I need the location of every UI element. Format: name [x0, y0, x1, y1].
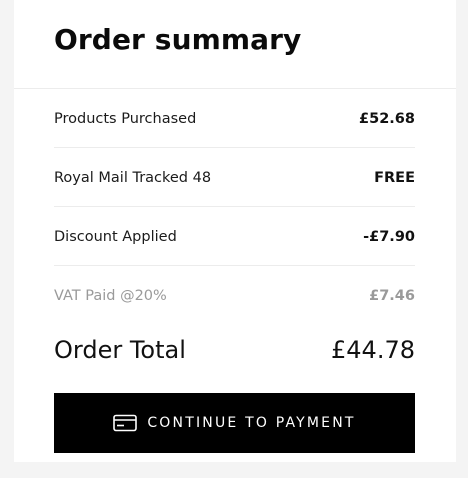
vat-row: VAT Paid @20% £7.46 — [54, 267, 415, 325]
header-divider — [14, 88, 456, 89]
order-summary-card: Order summary Products Purchased £52.68 … — [14, 0, 456, 462]
discount-row: Discount Applied -£7.90 — [54, 208, 415, 266]
order-total-label: Order Total — [54, 336, 186, 364]
discount-label: Discount Applied — [54, 229, 177, 245]
order-total-row: Order Total £44.78 — [54, 330, 415, 370]
products-purchased-label: Products Purchased — [54, 111, 197, 127]
vat-label: VAT Paid @20% — [54, 288, 167, 304]
vat-value: £7.46 — [369, 288, 415, 304]
row-divider — [54, 147, 415, 148]
shipping-value: FREE — [374, 170, 415, 186]
products-purchased-value: £52.68 — [359, 111, 415, 127]
order-total-value: £44.78 — [331, 336, 415, 364]
products-purchased-row: Products Purchased £52.68 — [54, 90, 415, 148]
continue-to-payment-button[interactable]: CONTINUE TO PAYMENT — [54, 393, 415, 453]
row-divider — [54, 265, 415, 266]
order-summary-title: Order summary — [54, 23, 302, 56]
credit-card-icon — [113, 414, 138, 432]
row-divider — [54, 206, 415, 207]
continue-to-payment-label: CONTINUE TO PAYMENT — [147, 415, 356, 431]
shipping-label: Royal Mail Tracked 48 — [54, 170, 212, 186]
discount-value: -£7.90 — [363, 229, 415, 245]
shipping-row: Royal Mail Tracked 48 FREE — [54, 149, 415, 207]
